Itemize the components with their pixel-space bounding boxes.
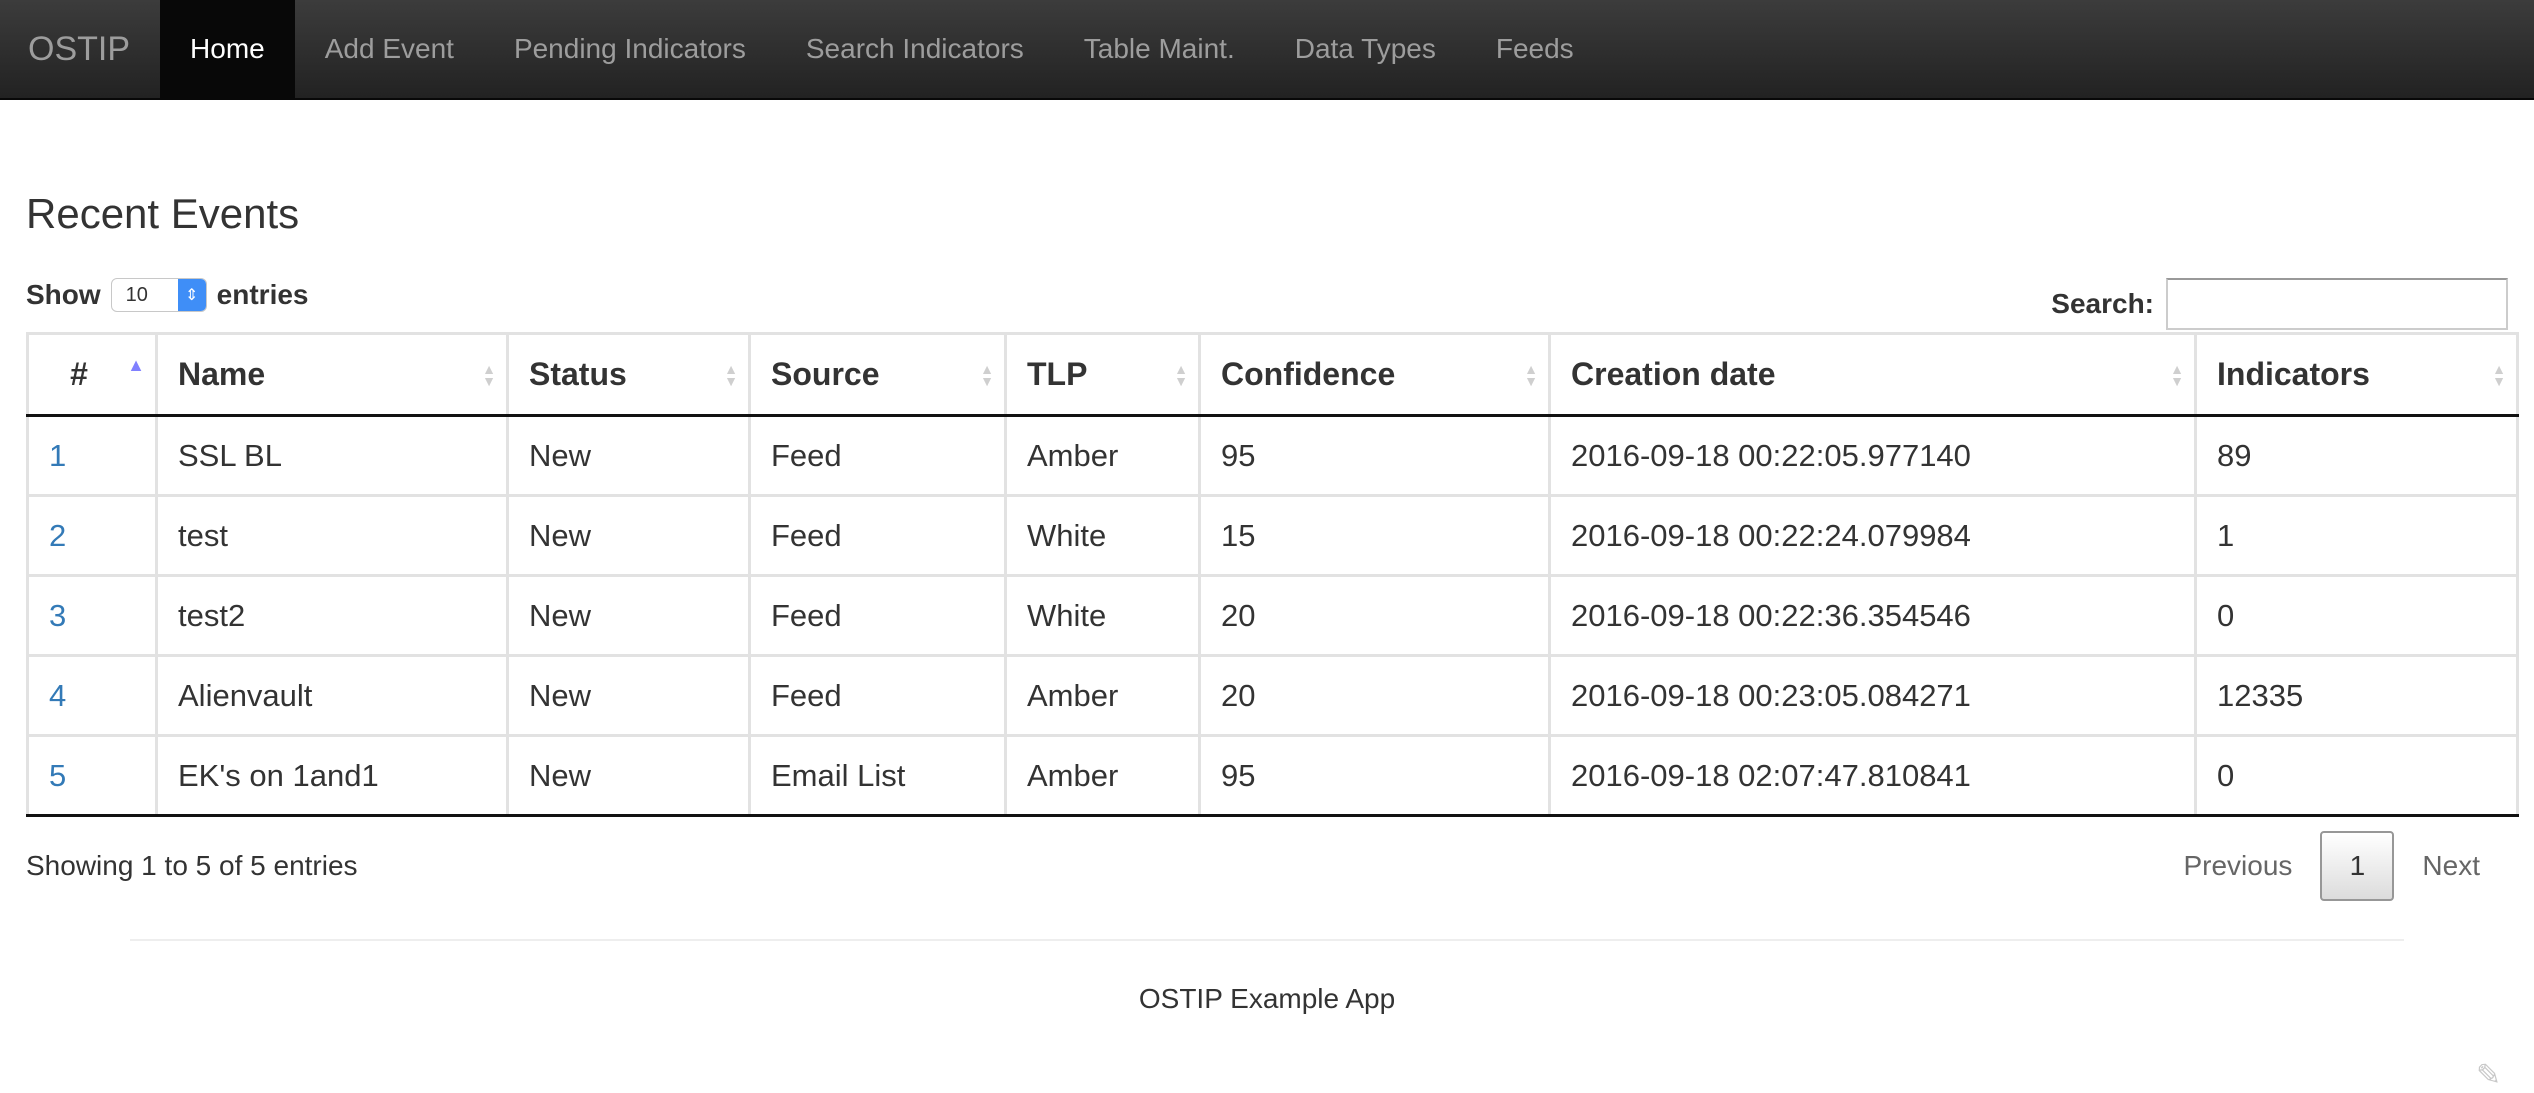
sort-icon: ▲▼ [2170, 363, 2184, 387]
table-footer: Showing 1 to 5 of 5 entries Previous 1 N… [26, 831, 2508, 901]
event-confidence: 15 [1200, 496, 1550, 576]
entries-select-value: 10 [112, 284, 178, 307]
previous-page-button[interactable]: Previous [2155, 850, 2320, 882]
footer-text: OSTIP Example App [26, 983, 2508, 1015]
event-tlp: Amber [1006, 416, 1200, 496]
table-row: 4 Alienvault New Feed Amber 20 2016-09-1… [28, 656, 2518, 736]
search-input[interactable] [2166, 278, 2508, 330]
sort-icon: ▲▼ [2492, 363, 2506, 387]
column-header-name[interactable]: Name ▲▼ [157, 334, 508, 416]
event-source: Feed [750, 496, 1006, 576]
table-controls: Show 10 ⇕ entries Search: [26, 274, 2508, 330]
event-id-link[interactable]: 5 [49, 758, 66, 793]
footer-divider [130, 939, 2404, 941]
event-id-link[interactable]: 4 [49, 678, 66, 713]
event-name: SSL BL [157, 416, 508, 496]
event-confidence: 95 [1200, 416, 1550, 496]
event-confidence: 20 [1200, 576, 1550, 656]
column-header-status[interactable]: Status ▲▼ [508, 334, 750, 416]
event-source: Feed [750, 656, 1006, 736]
event-status: New [508, 496, 750, 576]
event-indicators: 89 [2196, 416, 2518, 496]
main-content: Recent Events Show 10 ⇕ entries Search: … [0, 100, 2534, 1015]
search-label: Search: [2051, 288, 2154, 320]
event-indicators: 1 [2196, 496, 2518, 576]
event-creation-date: 2016-09-18 00:22:24.079984 [1550, 496, 2196, 576]
nav-item-pending-indicators[interactable]: Pending Indicators [484, 0, 776, 98]
event-tlp: Amber [1006, 736, 1200, 816]
event-indicators: 0 [2196, 576, 2518, 656]
nav-item-search-indicators[interactable]: Search Indicators [776, 0, 1054, 98]
table-row: 3 test2 New Feed White 20 2016-09-18 00:… [28, 576, 2518, 656]
event-creation-date: 2016-09-18 00:22:36.354546 [1550, 576, 2196, 656]
recent-events-table: # ▲ Name ▲▼ Status ▲▼ Source ▲▼ TLP ▲▼ [26, 332, 2519, 817]
nav-item-table-maint[interactable]: Table Maint. [1054, 0, 1265, 98]
sort-icon: ▲▼ [1174, 363, 1188, 387]
corner-edit-icon: ✎ [2476, 1058, 2516, 1082]
page-1-button[interactable]: 1 [2320, 831, 2394, 901]
nav-item-add-event[interactable]: Add Event [295, 0, 484, 98]
table-header-row: # ▲ Name ▲▼ Status ▲▼ Source ▲▼ TLP ▲▼ [28, 334, 2518, 416]
brand-link[interactable]: OSTIP [0, 0, 160, 98]
event-tlp: White [1006, 576, 1200, 656]
column-header-confidence[interactable]: Confidence ▲▼ [1200, 334, 1550, 416]
event-id-link[interactable]: 2 [49, 518, 66, 553]
column-header-indicators[interactable]: Indicators ▲▼ [2196, 334, 2518, 416]
event-creation-date: 2016-09-18 00:22:05.977140 [1550, 416, 2196, 496]
event-id-link[interactable]: 1 [49, 438, 66, 473]
next-page-button[interactable]: Next [2394, 850, 2508, 882]
column-header-tlp[interactable]: TLP ▲▼ [1006, 334, 1200, 416]
table-info: Showing 1 to 5 of 5 entries [26, 850, 358, 882]
event-name: EK's on 1and1 [157, 736, 508, 816]
column-header-creation-date[interactable]: Creation date ▲▼ [1550, 334, 2196, 416]
page-title: Recent Events [26, 100, 2508, 238]
sort-icon: ▲▼ [724, 363, 738, 387]
entries-label: entries [217, 279, 309, 311]
table-row: 2 test New Feed White 15 2016-09-18 00:2… [28, 496, 2518, 576]
top-navbar: OSTIP Home Add Event Pending Indicators … [0, 0, 2534, 100]
sort-icon: ▲▼ [482, 363, 496, 387]
event-id-link[interactable]: 3 [49, 598, 66, 633]
entries-length-control: Show 10 ⇕ entries [26, 278, 309, 312]
event-status: New [508, 736, 750, 816]
select-arrows-icon: ⇕ [178, 279, 206, 311]
table-row: 5 EK's on 1and1 New Email List Amber 95 … [28, 736, 2518, 816]
event-indicators: 0 [2196, 736, 2518, 816]
event-name: Alienvault [157, 656, 508, 736]
show-label: Show [26, 279, 101, 311]
pagination: Previous 1 Next [2155, 831, 2508, 901]
event-source: Feed [750, 416, 1006, 496]
event-name: test2 [157, 576, 508, 656]
event-tlp: White [1006, 496, 1200, 576]
nav-item-feeds[interactable]: Feeds [1466, 0, 1604, 98]
nav-item-home[interactable]: Home [160, 0, 295, 98]
event-confidence: 95 [1200, 736, 1550, 816]
event-indicators: 12335 [2196, 656, 2518, 736]
event-source: Feed [750, 576, 1006, 656]
sort-ascending-icon: ▲ [127, 359, 145, 371]
table-search: Search: [2051, 278, 2508, 330]
event-creation-date: 2016-09-18 00:23:05.084271 [1550, 656, 2196, 736]
entries-select[interactable]: 10 ⇕ [111, 278, 207, 312]
event-status: New [508, 576, 750, 656]
event-confidence: 20 [1200, 656, 1550, 736]
event-creation-date: 2016-09-18 02:07:47.810841 [1550, 736, 2196, 816]
event-name: test [157, 496, 508, 576]
event-source: Email List [750, 736, 1006, 816]
nav-item-data-types[interactable]: Data Types [1265, 0, 1466, 98]
event-status: New [508, 416, 750, 496]
column-header-source[interactable]: Source ▲▼ [750, 334, 1006, 416]
sort-icon: ▲▼ [1524, 363, 1538, 387]
event-status: New [508, 656, 750, 736]
sort-icon: ▲▼ [980, 363, 994, 387]
table-row: 1 SSL BL New Feed Amber 95 2016-09-18 00… [28, 416, 2518, 496]
event-tlp: Amber [1006, 656, 1200, 736]
column-header-number[interactable]: # ▲ [28, 334, 157, 416]
